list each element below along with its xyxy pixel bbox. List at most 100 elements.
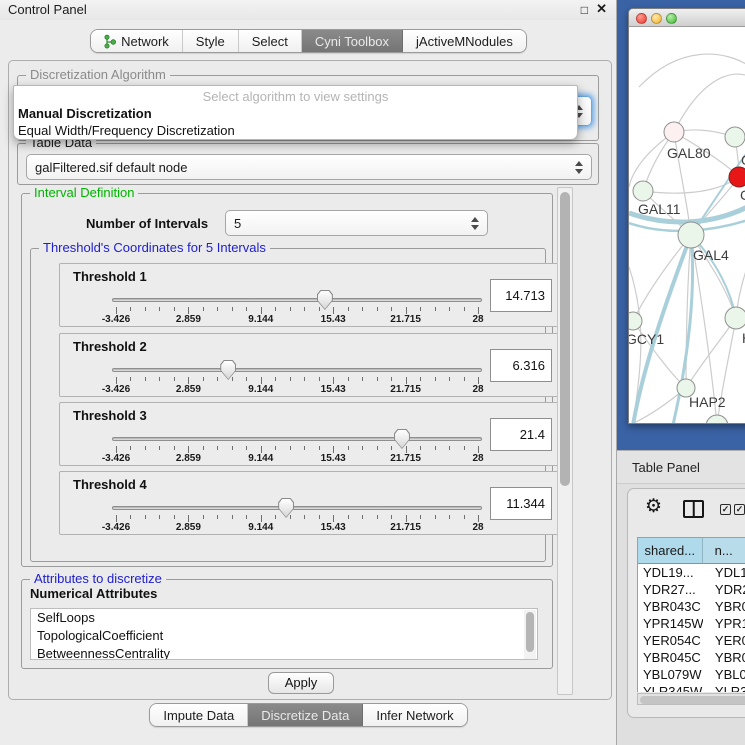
slider-tick-label: 15.43	[321, 522, 346, 533]
threshold-panel: Threshold 3 -3.4262.8599.14415.4321.7152…	[59, 402, 559, 466]
slider-thumb[interactable]	[278, 498, 294, 518]
tab-label: Select	[252, 34, 288, 49]
numerical-attributes-list[interactable]: SelfLoopsTopologicalCoefficientBetweenne…	[30, 608, 538, 660]
threshold-slider[interactable]: -3.4262.8599.14415.4321.71528	[116, 298, 478, 324]
slider-thumb[interactable]	[394, 429, 410, 449]
network-node[interactable]	[664, 122, 684, 142]
table-row[interactable]: YBL079WYBL0...	[638, 666, 745, 683]
tab-style[interactable]: Style	[183, 30, 239, 52]
top-tab-bar: Network Style Select Cyni ToolboxjActiveMNo…	[0, 29, 617, 53]
dropdown-hint: Select algorithm to view settings	[14, 88, 577, 105]
dropdown-item[interactable]: Equal Width/Frequency Discretization	[14, 122, 577, 139]
close-panel-icon[interactable]: ✕	[596, 1, 607, 17]
threshold-panel: Threshold 1 -3.4262.8599.14415.4321.7152…	[59, 263, 559, 327]
table-cell: YBR043C	[638, 598, 703, 615]
network-node[interactable]	[629, 312, 642, 330]
network-view-window[interactable]: GAL80GACGAL11GAL4GCY1HHAP2	[628, 8, 745, 424]
threshold-value-field[interactable]: 14.713	[490, 279, 552, 312]
tab-select[interactable]: Select	[239, 30, 302, 52]
network-node[interactable]	[706, 415, 728, 424]
network-node[interactable]	[633, 181, 653, 201]
threshold-slider[interactable]: -3.4262.8599.14415.4321.71528	[116, 506, 478, 532]
network-node[interactable]	[725, 127, 745, 147]
slider-tick-label: 28	[472, 453, 483, 464]
attributes-group-legend: Attributes to discretize	[30, 571, 166, 587]
panel-scrollbar[interactable]	[557, 187, 573, 695]
threshold-slider[interactable]: -3.4262.8599.14415.4321.71528	[116, 437, 478, 463]
tab-cyni-toolbox[interactable]: Cyni Toolbox	[302, 30, 403, 52]
table-row[interactable]: YBR045CYBR0...	[638, 649, 745, 666]
num-intervals-value: 5	[234, 216, 241, 231]
table-cell: YBR0...	[703, 598, 745, 615]
gear-icon[interactable]: ⚙	[645, 495, 662, 518]
bottom-tab-impute-data[interactable]: Impute Data	[150, 704, 248, 726]
threshold-coordinates-group: Threshold's Coordinates for 5 Intervals …	[30, 248, 546, 562]
network-node[interactable]	[678, 222, 704, 248]
slider-tick-label: 28	[472, 384, 483, 395]
tab-label: Network	[121, 34, 169, 49]
table-cell: YBR045C	[638, 649, 703, 666]
threshold-value-field[interactable]: 11.344	[490, 487, 552, 520]
apply-button[interactable]: Apply	[268, 672, 334, 694]
list-scrollbar[interactable]	[524, 610, 536, 660]
slider-track[interactable]	[112, 506, 482, 510]
table-column-header[interactable]: shared...	[638, 538, 703, 563]
attribute-list-item[interactable]: TopologicalCoefficient	[31, 627, 537, 645]
tab-label: Infer Network	[376, 708, 453, 723]
bottom-tab-bar: Impute DataDiscretize Data Infer Network	[0, 703, 617, 727]
select-columns-icon[interactable]: ✓	[734, 504, 745, 515]
slider-track[interactable]	[112, 437, 482, 441]
attribute-list-item[interactable]: BetweennessCentrality	[31, 645, 537, 660]
table-row[interactable]: YDR27...YDR2...	[638, 581, 745, 598]
table-panel-titlebar: Table Panel	[617, 450, 745, 484]
attributes-group: Attributes to discretize Numerical Attri…	[21, 579, 553, 669]
minimize-window-icon[interactable]	[651, 13, 662, 24]
dropdown-item[interactable]: Manual Discretization	[14, 105, 577, 122]
table-row[interactable]: YBR043CYBR0...	[638, 598, 745, 615]
network-node[interactable]	[725, 307, 745, 329]
num-intervals-combobox[interactable]: 5	[225, 210, 488, 236]
node-table[interactable]: shared...n... YDL19...YDL1...YDR27...YDR…	[637, 537, 745, 692]
table-column-header[interactable]: n...	[703, 538, 745, 563]
threshold-value-field[interactable]: 6.316	[490, 349, 552, 382]
attribute-list-item[interactable]: SelfLoops	[31, 609, 537, 627]
combo-stepper-icon	[465, 217, 479, 230]
slider-tick-label: -3.426	[102, 384, 130, 395]
slider-tick-label: 21.715	[390, 522, 421, 533]
network-node-label: GAL11	[638, 201, 681, 217]
zoom-window-icon[interactable]	[666, 13, 677, 24]
bottom-tab-infer-network[interactable]: Infer Network	[363, 704, 466, 726]
slider-thumb[interactable]	[317, 290, 333, 310]
table-row[interactable]: YDL19...YDL1...	[638, 564, 745, 581]
cyni-toolbox-panel: Discretization Algorithm Select algorith…	[8, 60, 612, 700]
network-node[interactable]	[729, 167, 745, 187]
interval-definition-group: Interval Definition Number of Intervals …	[21, 193, 553, 567]
slider-tick-label: 2.859	[176, 522, 201, 533]
split-columns-icon[interactable]	[683, 500, 704, 518]
slider-thumb[interactable]	[220, 360, 236, 380]
slider-track[interactable]	[112, 298, 482, 302]
slider-tick-label: -3.426	[102, 453, 130, 464]
table-row[interactable]: YPR145WYPR1...	[638, 615, 745, 632]
slider-tick-label: 9.144	[248, 314, 273, 325]
tab-jactivemnodules[interactable]: jActiveMNodules	[403, 30, 526, 52]
table-data-combobox[interactable]: galFiltered.sif default node	[26, 154, 592, 180]
network-canvas[interactable]: GAL80GACGAL11GAL4GCY1HHAP2	[629, 27, 745, 424]
select-columns-icon[interactable]: ✓	[720, 504, 731, 515]
threshold-label: Threshold 1	[73, 269, 147, 284]
slider-tick-label: 2.859	[176, 384, 201, 395]
table-row[interactable]: YLR345WYLR3...	[638, 683, 745, 692]
float-panel-icon[interactable]: □	[581, 3, 588, 17]
network-node-label: GCY1	[629, 331, 664, 347]
table-cell: YDL1...	[703, 564, 745, 581]
threshold-value-field[interactable]: 21.4	[490, 418, 552, 451]
table-row[interactable]: YER054CYER0...	[638, 632, 745, 649]
table-horizontal-scrollbar[interactable]	[637, 693, 745, 705]
bottom-tab-discretize-data[interactable]: Discretize Data	[248, 704, 363, 726]
table-panel-title: Table Panel	[632, 460, 700, 475]
table-header[interactable]: shared...n...	[638, 538, 745, 564]
slider-track[interactable]	[112, 368, 482, 372]
close-window-icon[interactable]	[636, 13, 647, 24]
threshold-slider[interactable]: -3.4262.8599.14415.4321.71528	[116, 368, 478, 394]
tab-network[interactable]: Network	[91, 30, 183, 52]
